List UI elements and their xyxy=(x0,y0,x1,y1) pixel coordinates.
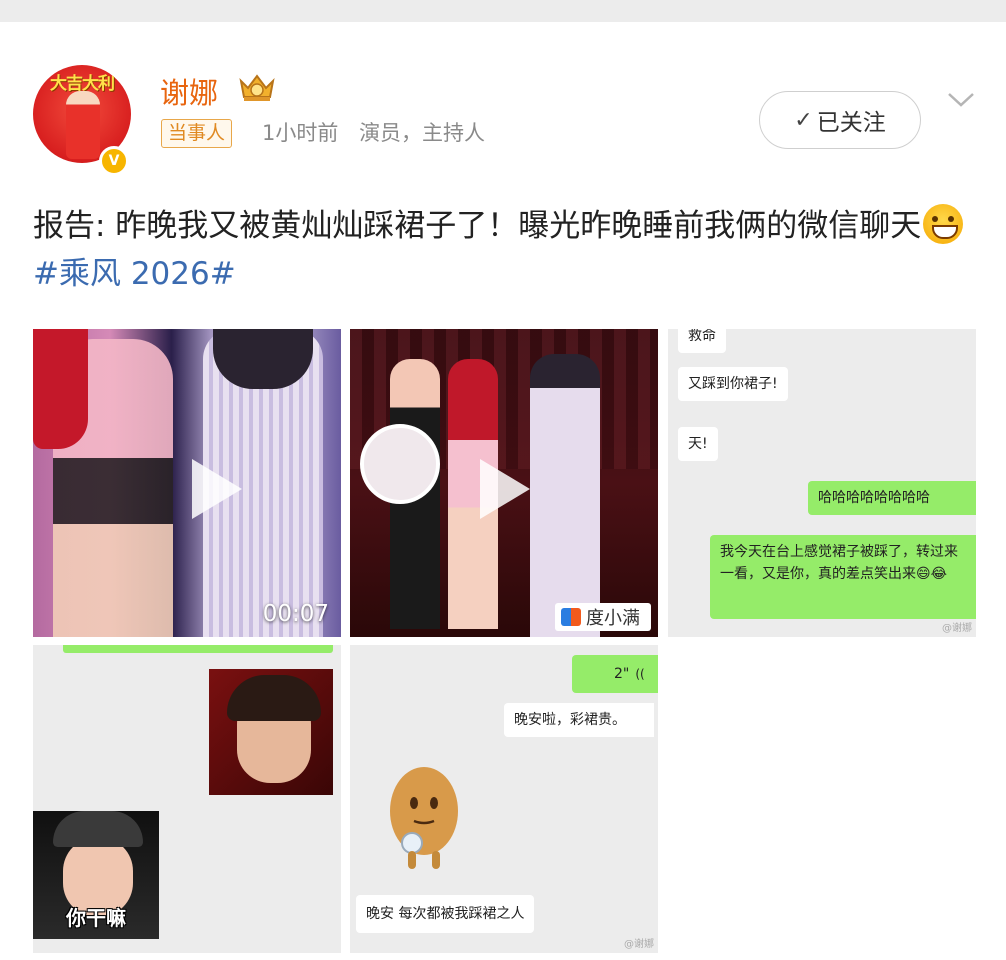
sponsor-logo-text: 度小满 xyxy=(586,608,640,629)
user-bio: 演员，主持人 xyxy=(359,121,486,145)
chevron-down-icon[interactable] xyxy=(946,90,976,110)
potato-sticker-icon xyxy=(390,767,458,869)
video-thumbnail[interactable]: 00:07 xyxy=(33,329,341,637)
meme-collage[interactable]: 你干嘛 xyxy=(33,645,341,953)
follow-button[interactable]: ✓ 已关注 xyxy=(759,91,921,149)
performer xyxy=(530,354,600,637)
stage-image[interactable]: 度小满 xyxy=(350,329,658,637)
chat-bubble-received: 救命 xyxy=(678,329,726,353)
chat-bubble-sent-edge xyxy=(63,645,333,653)
crown-icon xyxy=(239,74,275,101)
performer-hair xyxy=(213,329,313,389)
chat-bubble-sent: 我今天在台上感觉裙子被踩了，转过来一看，又是你，真的差点笑出来😄😂 xyxy=(710,535,976,619)
sponsor-logo-icon xyxy=(561,608,581,626)
post-meta: 1小时前 演员，主持人 xyxy=(262,119,485,148)
meme-caption: 你干嘛 xyxy=(66,906,126,930)
chat-bubble-received: 晚安 每次都被我踩裙之人 xyxy=(356,895,535,933)
chat-bubble-sent: 哈哈哈哈哈哈哈哈 xyxy=(808,481,976,515)
meme-hair xyxy=(227,675,321,721)
chat-screenshot-2[interactable]: 2" (( 晚安啦，彩裙贵。 晚安 每次都被我踩裙之人 @谢娜 xyxy=(350,645,658,953)
check-icon: ✓ xyxy=(794,107,813,133)
sponsor-logo: 度小满 xyxy=(555,603,651,631)
post-time: 1小时前 xyxy=(262,121,339,145)
chat-screenshot-1[interactable]: 救命 又踩到你裙子! 天! 哈哈哈哈哈哈哈哈 我今天在台上感觉裙子被踩了，转过来… xyxy=(668,329,976,637)
follow-label: 已关注 xyxy=(816,110,886,136)
avatar-figure xyxy=(66,91,100,159)
verified-badge-icon: V xyxy=(99,146,129,176)
avatar-banner-text: 大吉大利 xyxy=(50,74,115,94)
meme-sticker-surprised: 你干嘛 xyxy=(33,811,159,939)
play-icon[interactable] xyxy=(188,457,244,521)
chat-bubble-received: 又踩到你裙子! xyxy=(678,367,788,401)
watermark: @谢娜 xyxy=(942,623,972,634)
video-duration: 00:07 xyxy=(262,601,329,627)
play-icon[interactable] xyxy=(476,457,532,521)
role-tag: 当事人 xyxy=(161,119,233,148)
chat-bubble-received: 天! xyxy=(678,427,718,461)
post-text: 报告: 昨晚我又被黄灿灿踩裙子了！曝光昨晚睡前我俩的微信聊天 #乘风 2026# xyxy=(33,202,973,298)
avatar[interactable]: 大吉大利 V xyxy=(33,65,131,176)
username[interactable]: 谢娜 xyxy=(160,70,218,112)
hashtag-link[interactable]: #乘风 2026# xyxy=(33,256,236,292)
voice-duration: 2" xyxy=(614,666,630,682)
post-body: 报告: 昨晚我又被黄灿灿踩裙子了！曝光昨晚睡前我俩的微信聊天 xyxy=(33,208,922,244)
fan-sign xyxy=(360,424,440,504)
voice-message[interactable]: 2" (( xyxy=(572,655,658,693)
performer-hair xyxy=(33,329,88,449)
voice-wave-icon: (( xyxy=(635,667,645,681)
weibo-post-card: 大吉大利 V 谢娜 当事人 1小时前 演员，主持人 ✓ 已关注 报告: 昨晚我又… xyxy=(0,22,1006,960)
meme-sticker-shocked xyxy=(209,669,333,795)
watermark: @谢娜 xyxy=(624,939,654,950)
chat-bubble-received: 晚安啦，彩裙贵。 xyxy=(504,703,654,737)
meme-hat xyxy=(53,811,143,847)
grinning-emoji-icon xyxy=(923,204,964,244)
